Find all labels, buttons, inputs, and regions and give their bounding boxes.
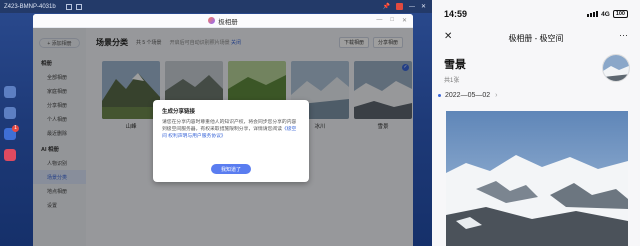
topbar-right: 📌 — ✕ <box>382 3 432 10</box>
badge: 1 <box>12 125 19 132</box>
remote-topbar: Z423-BMNP-4031b 📌 — ✕ <box>0 0 432 13</box>
window-titlebar: 极相册 — □ ✕ <box>33 14 413 28</box>
dialog-title: 生成分享链接 <box>162 109 196 115</box>
dialog-text-2: 有权采取措施限制分享，详情请您阅读 <box>200 127 282 132</box>
pin-icon[interactable]: 📌 <box>382 3 389 10</box>
messages-icon[interactable]: 1 <box>4 125 19 140</box>
record-icon[interactable] <box>395 3 403 10</box>
close-icon[interactable]: ✕ <box>444 31 452 42</box>
host-name: Z423-BMNP-4031b <box>4 3 56 10</box>
status-time: 14:59 <box>444 9 468 19</box>
battery-icon: 100 <box>612 10 628 18</box>
dock: 1 <box>0 80 20 180</box>
photos-icon[interactable] <box>4 149 16 161</box>
snow-photo[interactable] <box>446 111 628 246</box>
storage-icon[interactable] <box>4 86 16 98</box>
status-bar: 14:59 4G 100 <box>432 0 640 28</box>
dialog-body: 请您在分享内容时尊重他人的知识产权，将会同步您分享的内容到极空间服务器，有权采取… <box>153 119 309 140</box>
album-header: 雪景 共1张 <box>432 48 640 88</box>
share-link-dialog: 生成分享链接 请您在分享内容时尊重他人的知识产权，将会同步您分享的内容到极空间服… <box>153 100 309 182</box>
photo-date: 2022—05—02 <box>445 91 491 99</box>
album-title: 雪景 <box>444 59 466 71</box>
date-dot-icon <box>438 93 441 97</box>
minimize-icon[interactable]: — <box>376 17 382 24</box>
album-cover-avatar <box>602 54 630 82</box>
minimize-icon[interactable]: — <box>409 4 415 10</box>
phone-screen: 14:59 4G 100 ✕ 极相册 - 极空间 ··· 雪景 共1张 2022… <box>432 0 640 246</box>
window-title: 极相册 <box>218 18 238 26</box>
files-icon[interactable] <box>4 107 16 119</box>
desktop: Z423-BMNP-4031b 📌 — ✕ 1 极相册 — □ ✕ + 添加相册… <box>0 0 432 246</box>
chevron-right-icon: › <box>495 91 498 99</box>
window-icon[interactable] <box>75 3 82 10</box>
album-count: 共1张 <box>444 78 460 84</box>
nav-title: 极相册 - 极空间 <box>508 33 564 43</box>
network-type: 4G <box>601 10 610 18</box>
date-row[interactable]: 2022—05—02 › <box>432 88 640 102</box>
screen: Z423-BMNP-4031b 📌 — ✕ 1 极相册 — □ ✕ + 添加相册… <box>0 0 640 246</box>
close-icon[interactable]: ✕ <box>421 3 426 10</box>
close-icon[interactable]: ✕ <box>402 17 407 24</box>
status-icons: 4G 100 <box>587 10 628 18</box>
signal-icon <box>587 11 599 17</box>
maximize-icon[interactable]: □ <box>390 17 394 24</box>
window-controls: — □ ✕ <box>376 17 407 24</box>
snow-landscape-image <box>446 111 628 246</box>
app-logo-icon <box>208 17 216 24</box>
ok-button[interactable]: 我知道了 <box>211 164 251 174</box>
more-icon[interactable]: ··· <box>619 30 628 40</box>
chevron-down-icon[interactable] <box>65 3 72 10</box>
nav-bar: ✕ 极相册 - 极空间 ··· <box>432 28 640 48</box>
